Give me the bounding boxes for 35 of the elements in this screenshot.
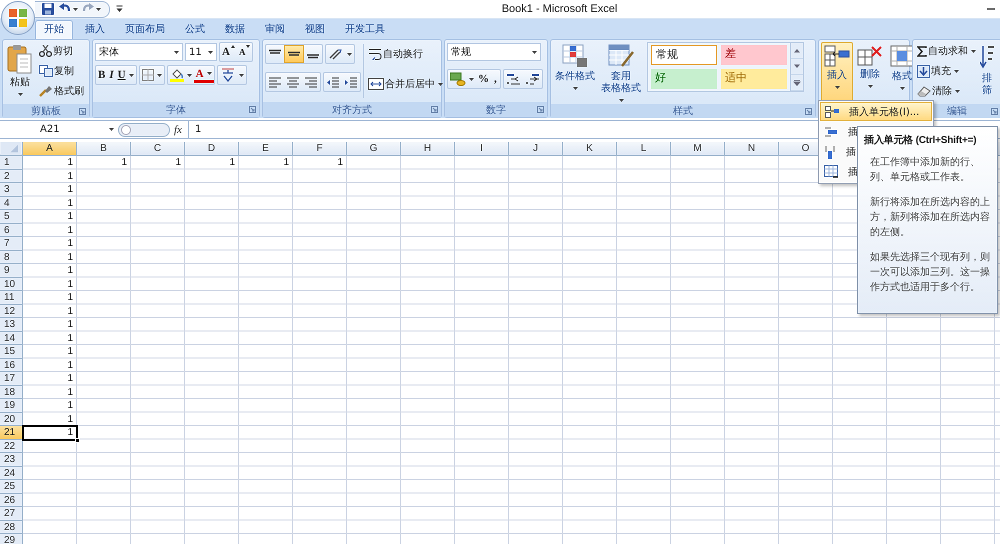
window-title: Book1 - Microsoft Excel [500, 3, 618, 15]
table-cell-text: 1 [66, 196, 74, 210]
table-cell-text: 1 [66, 210, 74, 224]
table-cell-text: 1 [66, 278, 74, 291]
table-cell-text: 1 [66, 170, 74, 183]
table-cell-text: 1 [66, 386, 74, 399]
table-cell-text: 1 [66, 318, 74, 332]
table-cell-text: 1 [66, 412, 74, 426]
table-cell-text: 1 [66, 264, 74, 278]
table-cell-text: 1 [66, 183, 74, 196]
table-cell-text: 1 [66, 237, 74, 250]
group-label: 对齐方式 [332, 104, 372, 116]
group-label: 数字 [486, 104, 506, 116]
table-cell-text: 1 [66, 372, 74, 386]
table-cell-text: 1 [174, 156, 182, 170]
tooltip-text: 在工作簿中添加新的行、列、单元格或工作表。 [870, 156, 981, 185]
table-cell-text: 1 [66, 250, 74, 264]
table-cell-text: 1 [66, 304, 74, 318]
tooltip-text: 新行将添加在所选内容的上方，新列将添加在所选内容的左侧。 [870, 196, 991, 240]
group-label: 字体 [166, 104, 186, 116]
table-cell-text: 1 [66, 358, 74, 372]
group-label: 剪贴板 [31, 104, 61, 118]
table-cell-text: 1 [120, 156, 128, 170]
table-cell-text: 1 [282, 156, 290, 170]
table-cell-text: 1 [66, 224, 74, 237]
table-cell-text: 1 [66, 399, 74, 412]
table-cell-text: 1 [66, 345, 74, 358]
table-cell-text: 1 [66, 332, 74, 345]
table-cell-text: 1 [66, 291, 74, 304]
group-label: 编辑 [947, 104, 967, 118]
tooltip-text: 如果先选择三个现有列，则一次可以添加三列。这一操作方式也适用于多个行。 [870, 250, 991, 295]
group-label: 样式 [673, 104, 693, 118]
table-cell-text: 1 [336, 156, 344, 170]
table-cell-text: 1 [66, 156, 74, 170]
table-cell-text: 1 [228, 156, 236, 170]
